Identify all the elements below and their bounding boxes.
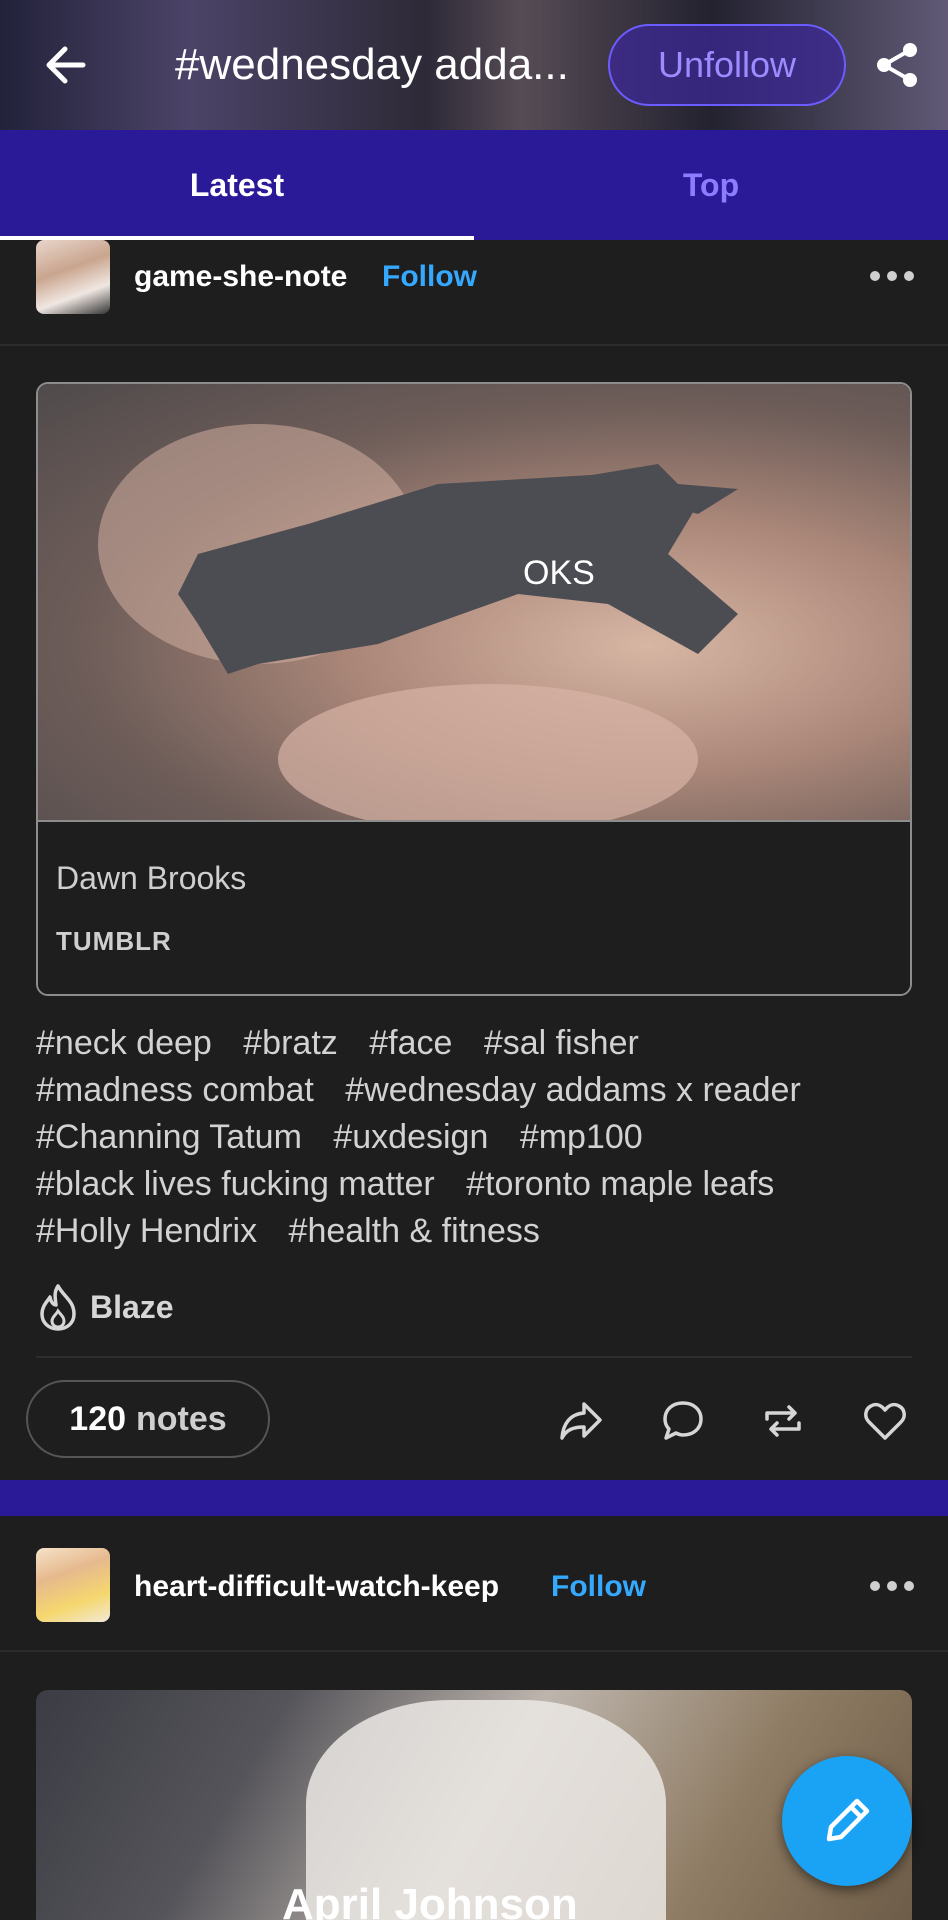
divider [0, 1650, 948, 1652]
post-separator [0, 1480, 948, 1516]
tag-header: #wednesday adda... Unfollow [0, 0, 948, 130]
reblog-button[interactable] [760, 1398, 806, 1444]
notes-button[interactable]: 120 notes [26, 1380, 270, 1458]
tag-link[interactable]: #face [369, 1024, 452, 1062]
avatar[interactable] [36, 240, 110, 314]
divider [0, 344, 948, 346]
tag-link[interactable]: #toronto maple leafs [466, 1165, 774, 1203]
avatar[interactable] [36, 1548, 110, 1622]
post-tags: #neck deep #bratz #face #sal fisher #mad… [36, 1020, 916, 1255]
tag-link[interactable]: #uxdesign [333, 1118, 488, 1156]
tag-link[interactable]: #neck deep [36, 1024, 212, 1062]
page-title: #wednesday adda... [175, 40, 569, 89]
share-button[interactable] [872, 40, 922, 90]
tag-link[interactable]: #black lives fucking matter [36, 1165, 435, 1203]
comment-button[interactable] [660, 1398, 706, 1444]
more-icon[interactable] [870, 266, 914, 286]
like-button[interactable] [862, 1398, 908, 1444]
tab-latest[interactable]: Latest [0, 130, 474, 240]
notes-label: notes [136, 1399, 227, 1438]
blaze-label: Blaze [90, 1288, 174, 1325]
card-title: April Johnson [282, 1880, 578, 1920]
follow-link[interactable]: Follow [551, 1570, 646, 1604]
heart-icon [864, 1402, 906, 1440]
card-source: TUMBLR [56, 926, 172, 956]
redaction-scribble: OKS [178, 464, 738, 674]
comment-icon [663, 1401, 703, 1440]
tag-link[interactable]: #sal fisher [484, 1024, 639, 1062]
post-username[interactable]: game-she-note [134, 260, 347, 294]
pencil-icon [826, 1798, 870, 1842]
tag-link[interactable]: #Channing Tatum [36, 1118, 302, 1156]
divider [36, 1356, 912, 1358]
unfollow-button[interactable]: Unfollow [608, 24, 846, 106]
post-header: heart-difficult-watch-keep Follow [0, 1548, 948, 1648]
tag-link[interactable]: #bratz [243, 1024, 338, 1062]
tag-link[interactable]: #wednesday addams x reader [345, 1071, 801, 1109]
link-card[interactable]: OKS Dawn Brooks TUMBLR [36, 382, 912, 996]
card-meta: Dawn Brooks TUMBLR [38, 820, 910, 994]
svg-text:OKS: OKS [523, 554, 595, 592]
notes-count: 120 [69, 1399, 127, 1438]
share-arrow-icon [560, 1402, 602, 1440]
compose-button[interactable] [782, 1756, 912, 1886]
post-header: game-she-note Follow [0, 240, 948, 340]
share-post-button[interactable] [558, 1398, 604, 1444]
tag-link[interactable]: #Holly Hendrix [36, 1212, 257, 1250]
tag-link[interactable]: #mp100 [520, 1118, 643, 1156]
reblog-icon [765, 1405, 801, 1437]
tag-link[interactable]: #madness combat [36, 1071, 314, 1109]
share-icon [877, 43, 917, 87]
follow-link[interactable]: Follow [382, 260, 477, 294]
fire-icon [40, 1284, 76, 1331]
header-bar: #wednesday adda... Unfollow [0, 20, 948, 110]
tag-link[interactable]: #health & fitness [289, 1212, 540, 1250]
back-button[interactable] [40, 40, 90, 90]
card-title: Dawn Brooks [56, 860, 247, 896]
post-username[interactable]: heart-difficult-watch-keep [134, 1570, 499, 1604]
card-image: OKS [38, 384, 910, 834]
blaze-button[interactable]: Blaze [38, 1282, 174, 1332]
back-arrow-icon [46, 46, 86, 84]
tab-top[interactable]: Top [474, 130, 948, 240]
more-icon[interactable] [870, 1576, 914, 1596]
tab-bar: Latest Top [0, 130, 948, 240]
